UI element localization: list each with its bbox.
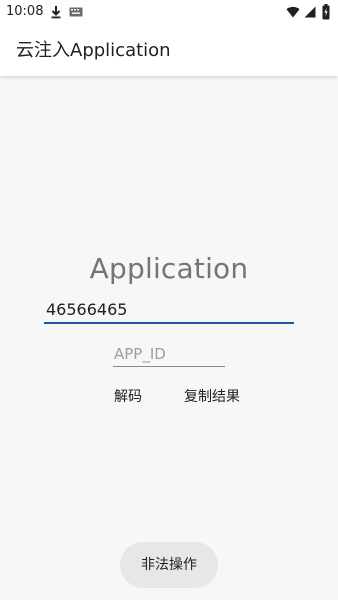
decode-button[interactable]: 解码 — [114, 386, 142, 408]
main-title: Application — [89, 252, 249, 285]
toast-message: 非法操作 — [120, 542, 218, 588]
app-id-input-field[interactable] — [113, 341, 225, 367]
copy-result-button[interactable]: 复制结果 — [184, 386, 240, 408]
keyboard-icon — [69, 7, 83, 17]
main-input-field[interactable] — [44, 296, 294, 324]
signal-icon — [304, 6, 316, 18]
download-icon — [51, 6, 61, 19]
app-title: 云注入Application — [16, 40, 171, 61]
battery-icon — [322, 4, 330, 20]
status-time: 10:08 — [6, 4, 44, 19]
app-bar: 云注入Application — [0, 26, 338, 76]
status-bar: 10:08 — [0, 0, 338, 26]
wifi-icon — [286, 6, 300, 18]
